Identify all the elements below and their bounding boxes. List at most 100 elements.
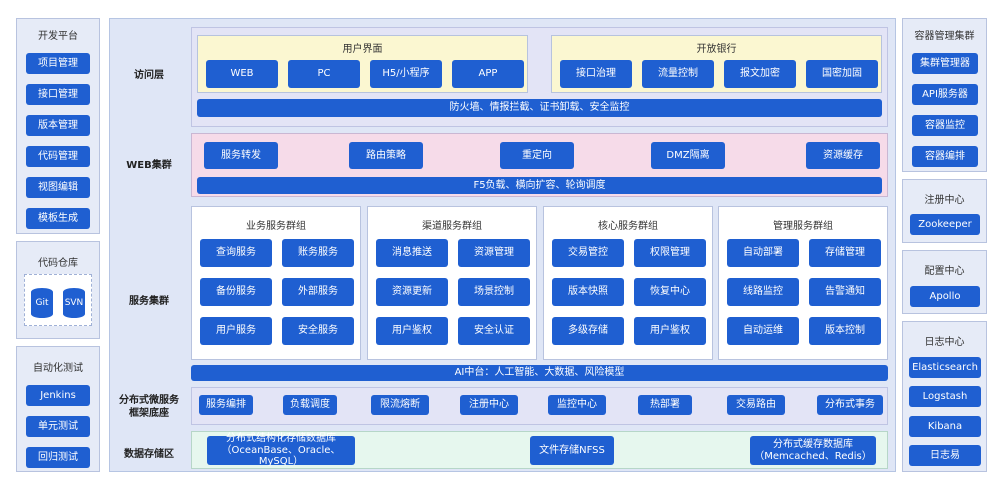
auto-ops-button[interactable]: 自动运维 — [727, 317, 799, 345]
web-cluster-label: WEB集群 — [126, 159, 172, 171]
user-auth-button[interactable]: 用户鉴权 — [376, 317, 448, 345]
core-service-group: 核心服务群组 交易管控 权限管理 版本快照 恢复中心 多级存储 用户鉴权 — [543, 206, 713, 360]
project-management-button[interactable]: 项目管理 — [26, 53, 90, 74]
micro-service-label-line1: 分布式微服务 — [119, 395, 179, 406]
security-service-button[interactable]: 安全服务 — [282, 317, 354, 345]
regression-test-button[interactable]: 回归测试 — [26, 447, 90, 468]
alarm-notify-button[interactable]: 告警通知 — [809, 278, 881, 306]
redirect-button[interactable]: 重定向 — [500, 142, 574, 169]
transaction-control-button[interactable]: 交易管控 — [552, 239, 624, 267]
open-banking-group: 开放银行 接口治理 流量控制 报文加密 国密加固 — [551, 35, 882, 93]
nfs-storage-button[interactable]: 文件存储NFSS — [530, 436, 614, 465]
git-database-icon[interactable]: Git — [31, 288, 53, 318]
jenkins-button[interactable]: Jenkins — [26, 385, 90, 406]
h5-miniapp-button[interactable]: H5/小程序 — [370, 60, 442, 88]
service-orchestration-button[interactable]: 服务编排 — [199, 395, 253, 415]
management-service-title: 管理服务群组 — [773, 221, 833, 232]
core-service-title: 核心服务群组 — [598, 221, 658, 232]
recovery-center-button[interactable]: 恢复中心 — [634, 278, 706, 306]
cache-db-line1: 分布式缓存数据库 — [773, 439, 853, 450]
rizhiyi-button[interactable]: 日志易 — [909, 445, 981, 466]
dmz-isolation-button[interactable]: DMZ隔离 — [651, 142, 725, 169]
interface-governance-button[interactable]: 接口治理 — [560, 60, 632, 88]
elasticsearch-button[interactable]: Elasticsearch — [909, 357, 981, 378]
service-forwarding-button[interactable]: 服务转发 — [204, 142, 278, 169]
backup-service-button[interactable]: 备份服务 — [200, 278, 272, 306]
kibana-button[interactable]: Kibana — [909, 416, 981, 437]
storage-management-button[interactable]: 存储管理 — [809, 239, 881, 267]
micro-service-label: 分布式微服务 框架底座 — [112, 393, 186, 421]
firewall-security-bar[interactable]: 防火墙、情报拦截、证书卸载、安全监控 — [197, 99, 882, 117]
template-generator-button[interactable]: 模板生成 — [26, 208, 90, 229]
version-control-button[interactable]: 版本控制 — [809, 317, 881, 345]
national-crypto-button[interactable]: 国密加固 — [806, 60, 878, 88]
registry-title: 注册中心 — [924, 195, 965, 206]
scene-control-button[interactable]: 场景控制 — [458, 278, 530, 306]
view-editor-button[interactable]: 视图编辑 — [26, 177, 90, 198]
traffic-control-button[interactable]: 流量控制 — [642, 60, 714, 88]
code-repo-title: 代码仓库 — [38, 258, 78, 269]
line-monitor-button[interactable]: 线路监控 — [727, 278, 799, 306]
cache-db-button[interactable]: 分布式缓存数据库 （Memcached、Redis） — [750, 436, 876, 465]
ai-platform-bar[interactable]: AI中台：人工智能、大数据、风险模型 — [191, 365, 888, 381]
accounting-service-button[interactable]: 账务服务 — [282, 239, 354, 267]
access-layer-label: 访问层 — [134, 69, 164, 81]
pc-channel-button[interactable]: PC — [288, 60, 360, 88]
business-service-group: 业务服务群组 查询服务 账务服务 备份服务 外部服务 用户服务 安全服务 — [191, 206, 361, 360]
config-title: 配置中心 — [924, 266, 965, 277]
resource-cache-button[interactable]: 资源缓存 — [806, 142, 880, 169]
structured-db-line1: 分布式结构化存储数据库 — [226, 433, 336, 445]
resource-update-button[interactable]: 资源更新 — [376, 278, 448, 306]
user-interface-group: 用户界面 WEB PC H5/小程序 APP — [197, 35, 528, 93]
user-interface-title: 用户界面 — [342, 44, 383, 55]
circuit-breaker-button[interactable]: 限流熔断 — [371, 395, 429, 415]
message-push-button[interactable]: 消息推送 — [376, 239, 448, 267]
container-cluster-title: 容器管理集群 — [914, 31, 975, 42]
web-channel-button[interactable]: WEB — [206, 60, 278, 88]
f5-load-balancing-bar[interactable]: F5负载、横向扩容、轮询调度 — [197, 177, 882, 194]
core-user-auth-button[interactable]: 用户鉴权 — [634, 317, 706, 345]
channel-service-title: 渠道服务群组 — [422, 221, 482, 232]
load-scheduling-button[interactable]: 负载调度 — [283, 395, 337, 415]
registry-panel: 注册中心 Zookeeper — [902, 179, 987, 243]
logstash-button[interactable]: Logstash — [909, 386, 981, 407]
security-auth-button[interactable]: 安全认证 — [458, 317, 530, 345]
business-service-title: 业务服务群组 — [246, 221, 306, 232]
log-center-panel: 日志中心 Elasticsearch Logstash Kibana 日志易 — [902, 321, 987, 472]
cache-db-line2: （Memcached、Redis） — [754, 450, 872, 462]
interface-management-button[interactable]: 接口管理 — [26, 84, 90, 105]
auto-deploy-button[interactable]: 自动部署 — [727, 239, 799, 267]
multilevel-storage-button[interactable]: 多级存储 — [552, 317, 624, 345]
svn-database-icon[interactable]: SVN — [63, 288, 85, 318]
message-encryption-button[interactable]: 报文加密 — [724, 60, 796, 88]
permission-management-button[interactable]: 权限管理 — [634, 239, 706, 267]
app-channel-button[interactable]: APP — [452, 60, 524, 88]
hot-deploy-button[interactable]: 热部署 — [638, 395, 692, 415]
external-service-button[interactable]: 外部服务 — [282, 278, 354, 306]
zookeeper-button[interactable]: Zookeeper — [910, 214, 980, 235]
auto-test-panel: 自动化测试 Jenkins 单元测试 回归测试 — [16, 346, 100, 472]
auto-test-title: 自动化测试 — [33, 363, 83, 374]
version-management-button[interactable]: 版本管理 — [26, 115, 90, 136]
structured-db-button[interactable]: 分布式结构化存储数据库 （OceanBase、Oracle、MySQL） — [207, 433, 355, 467]
version-snapshot-button[interactable]: 版本快照 — [552, 278, 624, 306]
channel-service-group: 渠道服务群组 消息推送 资源管理 资源更新 场景控制 用户鉴权 安全认证 — [367, 206, 537, 360]
routing-policy-button[interactable]: 路由策略 — [349, 142, 423, 169]
container-orchestration-button[interactable]: 容器编排 — [912, 146, 978, 167]
distributed-transaction-button[interactable]: 分布式事务 — [817, 395, 883, 415]
apollo-button[interactable]: Apollo — [910, 286, 980, 307]
code-management-button[interactable]: 代码管理 — [26, 146, 90, 167]
user-service-button[interactable]: 用户服务 — [200, 317, 272, 345]
query-service-button[interactable]: 查询服务 — [200, 239, 272, 267]
unit-test-button[interactable]: 单元测试 — [26, 416, 90, 437]
config-panel: 配置中心 Apollo — [902, 250, 987, 314]
container-monitor-button[interactable]: 容器监控 — [912, 115, 978, 136]
center-architecture-panel: 访问层 用户界面 WEB PC H5/小程序 APP 开放银行 接口治理 流量控… — [109, 18, 896, 472]
registry-center-button[interactable]: 注册中心 — [460, 395, 518, 415]
monitor-center-button[interactable]: 监控中心 — [548, 395, 606, 415]
data-storage-label: 数据存储区 — [124, 448, 174, 460]
cluster-manager-button[interactable]: 集群管理器 — [912, 53, 978, 74]
transaction-routing-button[interactable]: 交易路由 — [727, 395, 785, 415]
api-server-button[interactable]: API服务器 — [912, 84, 978, 105]
resource-management-button[interactable]: 资源管理 — [458, 239, 530, 267]
